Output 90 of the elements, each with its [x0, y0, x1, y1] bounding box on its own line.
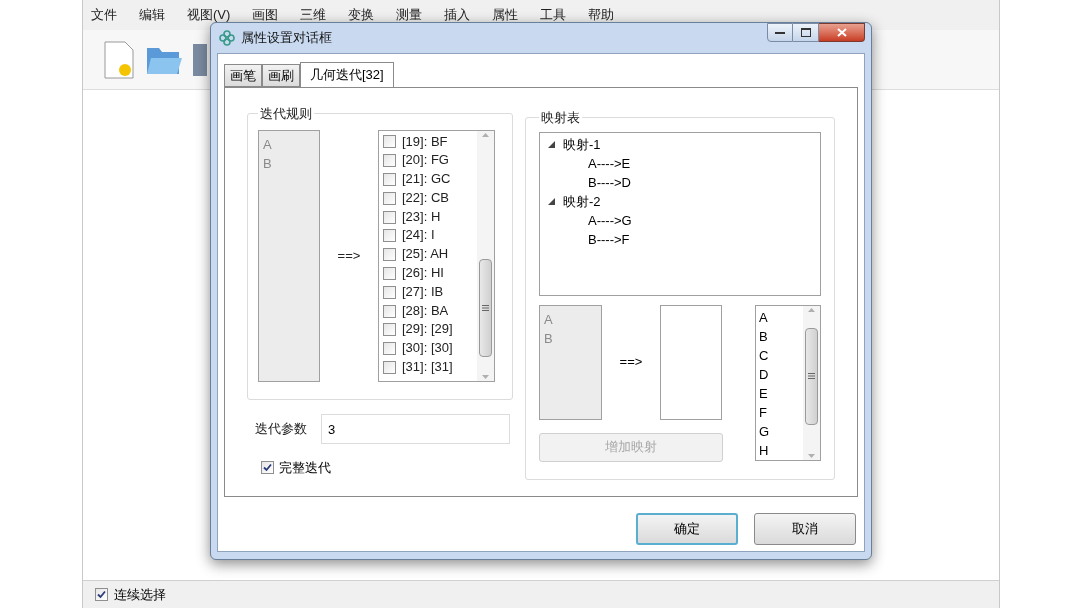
- close-button[interactable]: [819, 23, 865, 42]
- menu-item[interactable]: 插入: [444, 5, 471, 25]
- checklist-label: [20]: FG: [402, 151, 449, 170]
- scrollbar[interactable]: [477, 130, 494, 381]
- checklist[interactable]: [19]: BF [20]: FG [21]: GC [22]: CB [23]: H [24]: I [25]: AH [26]: HI [27]: IB [28]: BA [29]: [29] [30]: [30] [31]: [31]: [378, 129, 495, 382]
- scroll-up-icon[interactable]: [808, 307, 815, 312]
- menu-item[interactable]: 编辑: [139, 5, 165, 25]
- menu-item[interactable]: 三维: [300, 5, 327, 25]
- window-title: 属性设置对话框: [241, 29, 332, 48]
- grip-icon: [808, 373, 815, 379]
- grip-icon: [482, 304, 489, 311]
- tree-leaf[interactable]: B---->F: [540, 229, 820, 249]
- checklist-label: [29]: [29]: [402, 320, 453, 339]
- checkbox[interactable]: [383, 154, 396, 168]
- list-item[interactable]: H: [759, 440, 803, 460]
- checklist-label: [21]: GC: [402, 170, 451, 189]
- tree-node[interactable]: 映射-1: [563, 134, 601, 154]
- tree-leaf[interactable]: A---->E: [540, 153, 820, 173]
- checkbox-label: 连续选择: [114, 585, 166, 604]
- field-label: 迭代参数: [255, 420, 307, 439]
- minimize-button[interactable]: [767, 23, 793, 42]
- scroll-up-icon[interactable]: [482, 132, 489, 137]
- checkbox[interactable]: [383, 135, 396, 149]
- maximize-icon: [800, 28, 811, 37]
- scroll-thumb[interactable]: [805, 327, 818, 425]
- checkbox[interactable]: [383, 248, 396, 262]
- expander-icon[interactable]: [548, 197, 555, 205]
- scrollbar[interactable]: [803, 305, 820, 460]
- menu-item[interactable]: 帮助: [588, 5, 615, 25]
- tree-leaf[interactable]: B---->D: [540, 172, 820, 192]
- menu-item[interactable]: 属性: [492, 5, 519, 25]
- group-title: 迭代规则: [259, 105, 313, 123]
- checkbox[interactable]: [95, 588, 108, 601]
- checklist-label: [31]: [31]: [402, 358, 453, 377]
- scroll-down-icon[interactable]: [482, 374, 489, 379]
- checklist-label: [25]: AH: [402, 245, 449, 264]
- list-item[interactable]: D: [759, 364, 803, 384]
- list-item[interactable]: G: [759, 421, 803, 441]
- list-item[interactable]: B: [759, 326, 803, 346]
- menu-item[interactable]: 画图: [252, 5, 279, 25]
- menu-item[interactable]: 变换: [348, 5, 375, 25]
- checklist-label: [24]: I: [402, 226, 435, 245]
- list-item[interactable]: A: [759, 307, 803, 327]
- checkbox[interactable]: [383, 229, 396, 243]
- checklist-label: [28]: BA: [402, 301, 449, 320]
- app-logo-icon: [219, 30, 235, 46]
- mapping-arrow: ==>: [336, 246, 362, 265]
- new-document-icon[interactable]: [103, 39, 135, 80]
- tab[interactable]: 画刷: [262, 64, 300, 87]
- checklist-label: [23]: H: [402, 207, 441, 226]
- dialog-button[interactable]: 确定: [636, 513, 738, 545]
- checkbox[interactable]: [383, 342, 396, 356]
- list-item[interactable]: C: [759, 345, 803, 365]
- iteration-count-field[interactable]: 3: [321, 414, 510, 444]
- checklist-label: [30]: [30]: [402, 339, 453, 358]
- group-title: 映射表: [540, 109, 581, 127]
- checkbox[interactable]: [261, 461, 274, 475]
- maximize-button[interactable]: [793, 23, 819, 42]
- checklist-label: [19]: BF: [402, 132, 448, 151]
- checkbox[interactable]: [383, 285, 396, 299]
- menu-item[interactable]: 测量: [396, 5, 423, 25]
- checklist-label: [27]: IB: [402, 282, 444, 301]
- tab[interactable]: 画笔: [224, 64, 262, 87]
- close-icon: [836, 28, 847, 37]
- checklist-label: [22]: CB: [402, 188, 449, 207]
- mapping-arrow: ==>: [618, 353, 644, 372]
- checkbox[interactable]: [383, 304, 396, 318]
- target-list[interactable]: [660, 304, 722, 420]
- letter-list[interactable]: A B C D E F G H: [755, 304, 821, 461]
- tree-leaf[interactable]: A---->G: [540, 210, 820, 230]
- checkbox[interactable]: [383, 266, 396, 280]
- checkbox[interactable]: [383, 323, 396, 337]
- list-item[interactable]: F: [759, 402, 803, 422]
- scroll-down-icon[interactable]: [808, 453, 815, 458]
- menu-item[interactable]: 文件: [91, 5, 117, 25]
- checklist-label: [26]: HI: [402, 264, 444, 283]
- list-item[interactable]: E: [759, 383, 803, 403]
- tree-node[interactable]: 映射-2: [563, 191, 601, 211]
- checkbox[interactable]: [383, 360, 396, 374]
- tab[interactable]: 几何迭代[32]: [300, 62, 394, 88]
- mapping-tree[interactable]: 映射-1 A---->E B---->D 映射-2 A---->G B---->F: [539, 131, 821, 296]
- expander-icon[interactable]: [548, 140, 555, 148]
- dialog-button[interactable]: 取消: [754, 513, 856, 545]
- menu-item[interactable]: 视图(V): [187, 5, 231, 25]
- scroll-thumb[interactable]: [479, 258, 492, 357]
- checkbox-label: 完整迭代: [279, 459, 331, 477]
- menu-item[interactable]: 工具: [540, 5, 567, 25]
- checkbox[interactable]: [383, 191, 396, 205]
- checkbox[interactable]: [383, 173, 396, 186]
- checkbox[interactable]: [383, 210, 396, 224]
